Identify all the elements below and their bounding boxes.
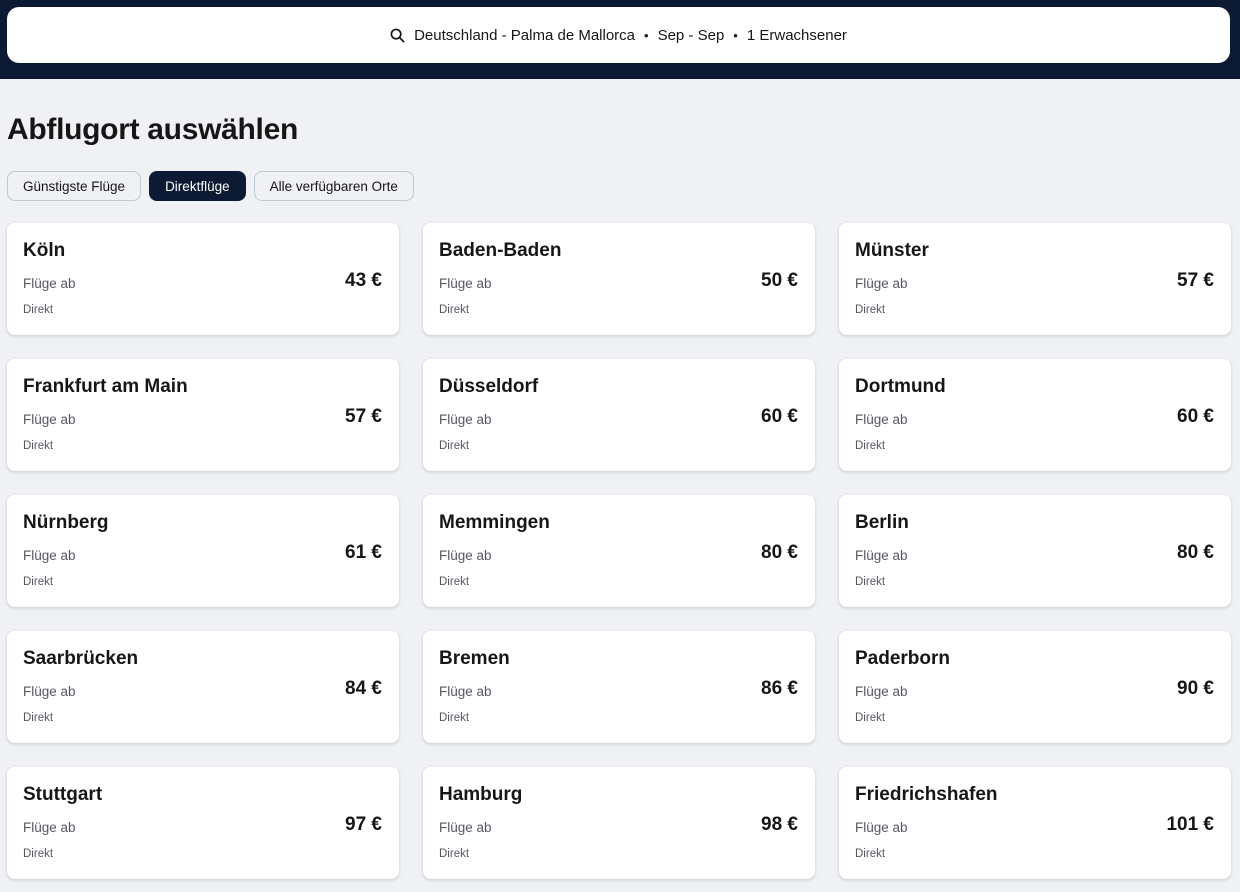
card-price: 43 € bbox=[345, 270, 382, 291]
card-flight-type: Direkt bbox=[439, 576, 470, 588]
card-price: 97 € bbox=[345, 814, 382, 835]
card-from-label: Flüge ab bbox=[23, 276, 76, 291]
departure-card[interactable]: Düsseldorf Flüge ab 60 € Direkt bbox=[423, 359, 815, 471]
departure-grid: Köln Flüge ab 43 € Direkt Baden-Baden Flüge a… bbox=[7, 223, 1231, 879]
departure-card[interactable]: Berlin Flüge ab 80 € Direkt bbox=[839, 495, 1231, 607]
card-city: Bremen bbox=[439, 648, 510, 669]
search-route: Deutschland - Palma de Mallorca bbox=[414, 26, 636, 44]
card-from-label: Flüge ab bbox=[855, 820, 908, 835]
card-price: 84 € bbox=[345, 678, 382, 699]
page-title: Abflugort auswählen bbox=[7, 113, 298, 146]
card-price: 98 € bbox=[761, 814, 798, 835]
departure-card[interactable]: Köln Flüge ab 43 € Direkt bbox=[7, 223, 399, 335]
card-city: Münster bbox=[855, 240, 929, 261]
card-city: Paderborn bbox=[855, 648, 951, 669]
card-price: 80 € bbox=[1177, 542, 1214, 563]
card-price: 80 € bbox=[761, 542, 798, 563]
card-from-label: Flüge ab bbox=[855, 548, 908, 563]
card-flight-type: Direkt bbox=[855, 304, 886, 316]
search-dates: Sep - Sep bbox=[657, 26, 725, 44]
card-price: 86 € bbox=[761, 678, 798, 699]
card-city: Saarbrücken bbox=[23, 648, 139, 669]
departure-card[interactable]: Bremen Flüge ab 86 € Direkt bbox=[423, 631, 815, 743]
departure-card[interactable]: Frankfurt am Main Flüge ab 57 € Direkt bbox=[7, 359, 399, 471]
card-price: 60 € bbox=[1177, 406, 1214, 427]
card-city: Berlin bbox=[855, 512, 909, 533]
card-flight-type: Direkt bbox=[439, 712, 470, 724]
card-from-label: Flüge ab bbox=[855, 684, 908, 699]
card-flight-type: Direkt bbox=[855, 848, 886, 860]
card-flight-type: Direkt bbox=[439, 848, 470, 860]
card-city: Frankfurt am Main bbox=[23, 376, 188, 397]
card-price: 57 € bbox=[1177, 270, 1214, 291]
card-flight-type: Direkt bbox=[23, 304, 54, 316]
card-from-label: Flüge ab bbox=[439, 684, 492, 699]
card-flight-type: Direkt bbox=[23, 848, 54, 860]
card-city: Memmingen bbox=[439, 512, 550, 533]
search-icon bbox=[390, 28, 405, 42]
card-price: 61 € bbox=[345, 542, 382, 563]
card-flight-type: Direkt bbox=[23, 576, 54, 588]
departure-card[interactable]: Dortmund Flüge ab 60 € Direkt bbox=[839, 359, 1231, 471]
card-city: Hamburg bbox=[439, 784, 523, 805]
filter-cheapest-button[interactable]: Günstigste Flüge bbox=[7, 171, 142, 201]
card-from-label: Flüge ab bbox=[23, 820, 76, 835]
card-city: Baden-Baden bbox=[439, 240, 562, 261]
card-flight-type: Direkt bbox=[855, 576, 886, 588]
card-from-label: Flüge ab bbox=[855, 412, 908, 427]
card-flight-type: Direkt bbox=[23, 712, 54, 724]
card-price: 50 € bbox=[761, 270, 798, 291]
departure-card[interactable]: Münster Flüge ab 57 € Direkt bbox=[839, 223, 1231, 335]
card-city: Köln bbox=[23, 240, 66, 261]
departure-card[interactable]: Paderborn Flüge ab 90 € Direkt bbox=[839, 631, 1231, 743]
search-summary-bar[interactable]: Deutschland - Palma de Mallorca • Sep - … bbox=[7, 7, 1230, 63]
departure-card[interactable]: Saarbrücken Flüge ab 84 € Direkt bbox=[7, 631, 399, 743]
top-bar: Deutschland - Palma de Mallorca • Sep - … bbox=[0, 0, 1240, 79]
card-from-label: Flüge ab bbox=[23, 684, 76, 699]
card-flight-type: Direkt bbox=[439, 304, 470, 316]
card-from-label: Flüge ab bbox=[439, 412, 492, 427]
departure-card[interactable]: Baden-Baden Flüge ab 50 € Direkt bbox=[423, 223, 815, 335]
card-from-label: Flüge ab bbox=[23, 412, 76, 427]
card-price: 57 € bbox=[345, 406, 382, 427]
card-flight-type: Direkt bbox=[439, 440, 470, 452]
card-flight-type: Direkt bbox=[855, 440, 886, 452]
card-from-label: Flüge ab bbox=[23, 548, 76, 563]
card-from-label: Flüge ab bbox=[439, 548, 492, 563]
card-from-label: Flüge ab bbox=[439, 820, 492, 835]
card-city: Düsseldorf bbox=[439, 376, 539, 397]
card-flight-type: Direkt bbox=[23, 440, 54, 452]
card-from-label: Flüge ab bbox=[439, 276, 492, 291]
search-travellers: 1 Erwachsener bbox=[746, 26, 847, 44]
card-city: Nürnberg bbox=[23, 512, 109, 533]
card-price: 101 € bbox=[1166, 814, 1214, 835]
card-price: 60 € bbox=[761, 406, 798, 427]
filter-all-locations-button[interactable]: Alle verfügbaren Orte bbox=[253, 171, 414, 201]
separator-dot: • bbox=[733, 27, 738, 43]
filter-chips: Günstigste Flüge Direktflüge Alle verfüg… bbox=[7, 171, 414, 201]
card-city: Friedrichshafen bbox=[855, 784, 998, 805]
filter-direct-button[interactable]: Direktflüge bbox=[149, 171, 246, 201]
card-city: Dortmund bbox=[855, 376, 946, 397]
departure-card[interactable]: Friedrichshafen Flüge ab 101 € Direkt bbox=[839, 767, 1231, 879]
departure-card[interactable]: Stuttgart Flüge ab 97 € Direkt bbox=[7, 767, 399, 879]
departure-card[interactable]: Memmingen Flüge ab 80 € Direkt bbox=[423, 495, 815, 607]
card-city: Stuttgart bbox=[23, 784, 103, 805]
card-price: 90 € bbox=[1177, 678, 1214, 699]
departure-card[interactable]: Nürnberg Flüge ab 61 € Direkt bbox=[7, 495, 399, 607]
card-flight-type: Direkt bbox=[855, 712, 886, 724]
departure-card[interactable]: Hamburg Flüge ab 98 € Direkt bbox=[423, 767, 815, 879]
card-from-label: Flüge ab bbox=[855, 276, 908, 291]
separator-dot: • bbox=[644, 27, 649, 43]
